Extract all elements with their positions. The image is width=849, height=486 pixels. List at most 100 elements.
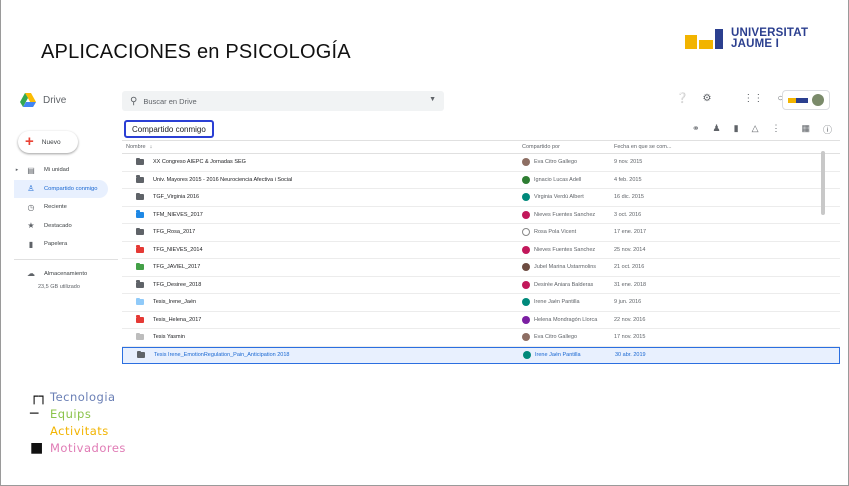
avatar — [522, 193, 530, 202]
scrollbar[interactable] — [821, 151, 825, 215]
shared-date: 17 nov. 2015 — [614, 334, 646, 341]
folder-icon — [136, 175, 144, 183]
table-row[interactable]: TFG_JAVIEL_2017 Jubel Marina Ustarmolins 2… — [122, 259, 840, 277]
expand-icon[interactable]: ▸ — [14, 167, 20, 173]
table-row[interactable]: Univ. Mayores 2015 - 2016 Neurociencia A… — [122, 172, 840, 189]
gem-mark-bar: ─ — [30, 405, 39, 422]
folder-icon — [136, 315, 144, 323]
avatar — [522, 280, 530, 289]
drive-logo[interactable]: Drive — [20, 93, 66, 107]
sidebar-item-label: Reciente — [44, 204, 67, 211]
avatar — [522, 315, 530, 324]
folder-icon — [136, 157, 144, 166]
shared-date: 22 nov. 2016 — [614, 316, 646, 323]
table-row[interactable]: XX Congreso AIEPC & Jornadas SEG Eva Citr… — [122, 154, 840, 172]
table-row[interactable]: TFG_Rosa_2017 Rosa Pola Vicent 17 ene. 201… — [122, 224, 840, 242]
share-icon[interactable]: ♟ — [713, 123, 721, 136]
shared-date: 31 ene. 2018 — [614, 281, 647, 288]
gem-logo: ┌┐ Tecnologia ─ Equips Activitats ■ Motivad… — [30, 388, 160, 468]
sidebar-item-starred[interactable]: ★ Destacado — [14, 217, 122, 236]
sidebar: + Nuevo ▸ ▤ Mi unidad ♙ Compartido conmi… — [14, 117, 122, 385]
shared-date: 3 oct. 2016 — [614, 211, 642, 218]
owner-name: Ignacio Lucas Adell — [534, 176, 582, 183]
owner-name: Nieves Fuentes Sanchez — [534, 211, 596, 218]
toolbar-actions: ⚭ ♟ ▮ △ ⋮ ▦ ⓘ — [692, 123, 832, 136]
gem-word-2: Equips — [50, 406, 92, 421]
settings-icon[interactable]: ⚙ — [702, 93, 711, 104]
storage-label: Almacenamiento — [44, 270, 88, 277]
owner-name: Eva Citro Gallego — [534, 334, 578, 341]
drive-icon — [20, 93, 36, 107]
folder-icon — [136, 262, 144, 271]
grid-view-icon[interactable]: ▦ — [802, 123, 811, 136]
drive-topbar: Drive ⚲ Buscar en Drive ▼ ❔ ⚙ ⋮⋮ ○ — [14, 85, 840, 117]
column-name-label: Nombre — [126, 144, 146, 150]
plus-icon: + — [25, 133, 34, 150]
more-options-icon[interactable]: ⋮ — [772, 123, 781, 136]
avatar — [812, 94, 824, 106]
file-name: Tesis Irene_EmotionRegulation_Pain_Antic… — [154, 352, 290, 359]
sidebar-item-my-drive[interactable]: ▸ ▤ Mi unidad — [14, 161, 122, 180]
trash-icon: ▮ — [28, 239, 34, 249]
table-row[interactable]: Tesis_Irene_Jaén Irene Jaén Pantilla 9 jun… — [122, 294, 840, 312]
shared-date: 25 nov. 2014 — [614, 246, 646, 253]
table-row[interactable]: TFM_NIEVES_2017 Nieves Fuentes Sanchez 3 o… — [122, 207, 840, 224]
presentation-slide: APLICACIONES en PSICOLOGÍA UNIVERSITAT J… — [0, 0, 849, 486]
owner-name: Eva Citro Gallego — [534, 159, 578, 166]
folder-icon — [136, 245, 144, 253]
search-options-icon[interactable]: ▼ — [429, 96, 436, 103]
shared-date: 17 ene. 2017 — [614, 229, 647, 236]
apps-grid-icon[interactable]: ⋮⋮ — [743, 93, 763, 104]
sidebar-item-storage[interactable]: ☁ Almacenamiento — [14, 265, 122, 284]
slide-title: APLICACIONES en PSICOLOGÍA — [41, 41, 351, 63]
star-icon: ★ — [27, 221, 35, 231]
sidebar-item-label: Destacado — [44, 222, 72, 229]
avatar — [522, 298, 530, 307]
owner-name: Virginia Verdú Albert — [534, 194, 584, 201]
search-icon[interactable]: ⚲ — [130, 96, 137, 107]
sort-arrow-icon[interactable]: ↓ — [150, 144, 153, 150]
info-icon[interactable]: ⓘ — [823, 123, 832, 136]
shared-date: 16 dic. 2015 — [614, 194, 644, 201]
uji-logo-mark — [685, 29, 723, 49]
folder-icon — [136, 227, 144, 236]
account-switcher[interactable] — [782, 90, 830, 110]
folder-icon — [137, 350, 145, 359]
sidebar-item-label: Papelera — [44, 241, 68, 248]
file-name: TFG_JAVIEL_2017 — [153, 264, 201, 271]
sidebar-item-trash[interactable]: ▮ Papelera — [14, 235, 122, 254]
folder-icon — [136, 297, 144, 306]
help-icon[interactable]: ❔ — [676, 93, 688, 104]
file-name: TGF_Virginia 2016 — [153, 194, 200, 201]
table-row[interactable]: Tesis_Helena_2017 Helena Mondragón Llorca… — [122, 312, 840, 329]
file-name: Tesis_Irene_Jaén — [153, 299, 197, 306]
delete-icon[interactable]: ▮ — [734, 123, 739, 136]
add-to-drive-icon[interactable]: △ — [752, 123, 759, 136]
gem-word-1: Tecnologia — [50, 389, 116, 404]
gem-mark-top: ┌┐ — [30, 388, 48, 405]
avatar — [522, 158, 530, 167]
folder-icon — [136, 210, 144, 218]
page-title[interactable]: Compartido conmigo — [124, 120, 214, 138]
shared-date: 9 jun. 2016 — [614, 299, 642, 306]
column-name[interactable]: Nombre ↓ — [122, 144, 522, 150]
uji-mini-logo — [788, 97, 808, 103]
column-date: Fecha en que se com... — [614, 144, 672, 150]
table-row[interactable]: Tesis Yasmin Eva Citro Gallego 17 nov. 201… — [122, 329, 840, 347]
file-name: TFG_Rosa_2017 — [153, 229, 196, 236]
sidebar-item-recent[interactable]: ◷ Reciente — [14, 198, 122, 217]
search-input[interactable]: ⚲ Buscar en Drive ▼ — [122, 91, 444, 111]
avatar — [522, 263, 530, 272]
table-row[interactable]: TFG_Desiree_2018 Desirée Aniara Balderas 3… — [122, 277, 840, 294]
cloud-icon: ☁ — [27, 269, 35, 279]
new-button-label: Nuevo — [41, 138, 61, 146]
sidebar-item-shared[interactable]: ♙ Compartido conmigo — [14, 179, 108, 198]
table-row[interactable]: TFG_NIEVES_2014 Nieves Fuentes Sanchez 25 … — [122, 242, 840, 259]
my-drive-icon: ▤ — [27, 165, 35, 175]
new-button[interactable]: + Nuevo — [18, 131, 78, 153]
owner-name: Rosa Pola Vicent — [534, 229, 577, 236]
table-row[interactable]: Tesis Irene_EmotionRegulation_Pain_Antic… — [122, 346, 840, 364]
table-row[interactable]: TGF_Virginia 2016 Virginia Verdú Albert 16… — [122, 189, 840, 207]
link-icon[interactable]: ⚭ — [692, 123, 700, 136]
gem-mark-bottom: ■ — [30, 439, 44, 456]
